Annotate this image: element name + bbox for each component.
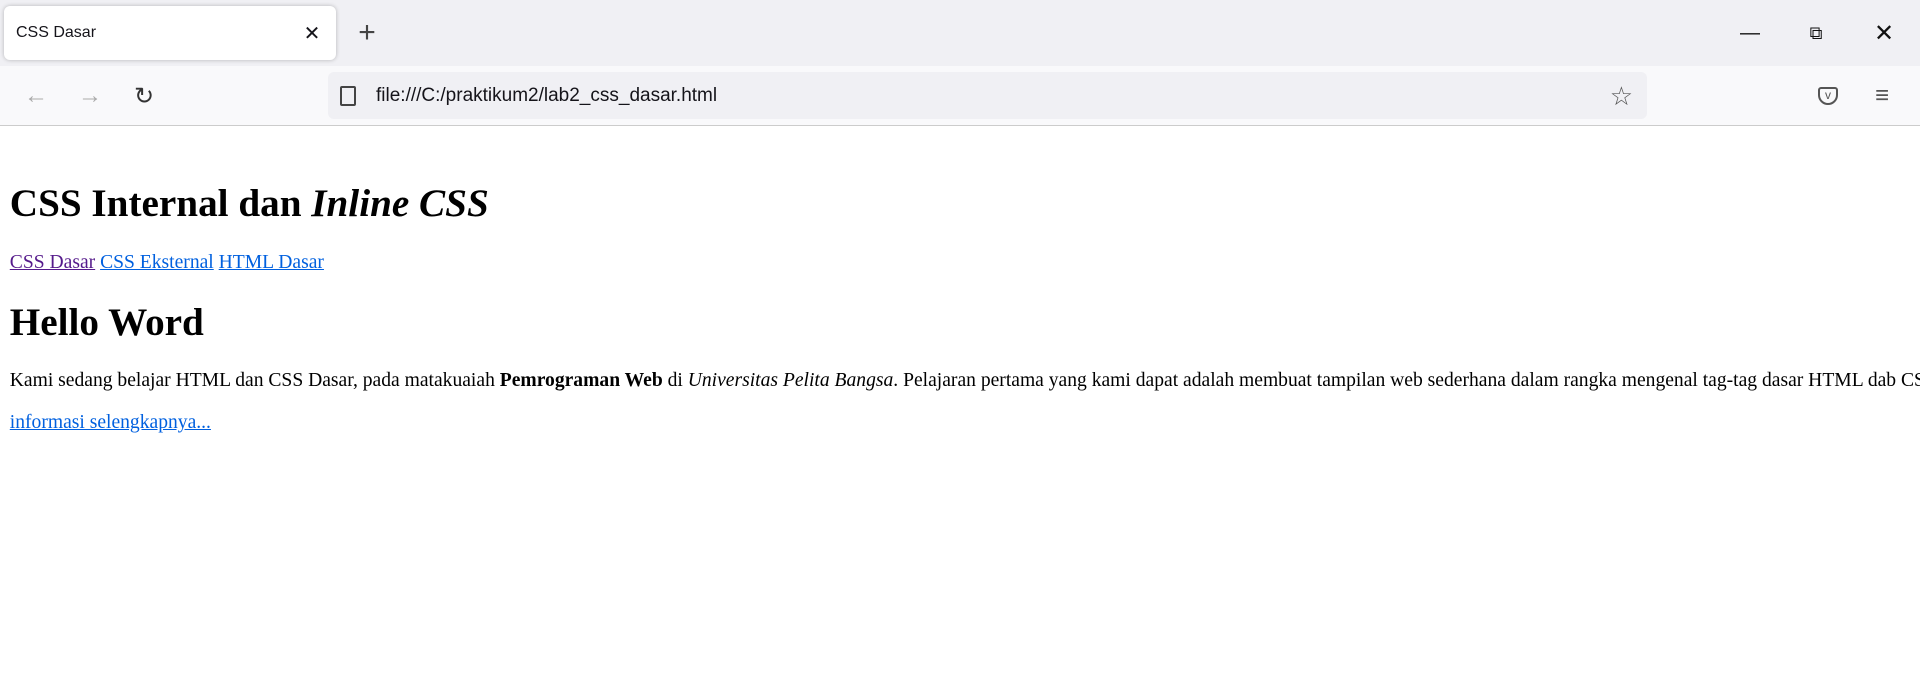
nav-toolbar: ← → ↻ file:///C:/praktikum2/lab2_css_das… [0, 66, 1920, 126]
plus-icon[interactable]: + [352, 14, 382, 52]
back-icon[interactable]: ← [16, 76, 56, 116]
forward-icon[interactable]: → [70, 76, 110, 116]
page-title: CSS Internal dan Inline CSS [9, 182, 489, 226]
intro-paragraph: Kami sedang belajar HTML dan CSS Dasar, … [9, 370, 1920, 392]
star-icon[interactable]: ☆ [1610, 81, 1633, 112]
tab-css-dasar[interactable]: CSS Dasar ✕ [4, 6, 336, 60]
url-text: file:///C:/praktikum2/lab2_css_dasar.htm… [376, 84, 718, 106]
nav-links: CSS Dasar CSS Eksternal HTML Dasar [10, 252, 1920, 274]
link-css-dasar[interactable]: CSS Dasar [10, 252, 95, 273]
url-bar[interactable]: file:///C:/praktikum2/lab2_css_dasar.htm… [328, 72, 1647, 119]
document-icon [340, 85, 356, 106]
section-heading: Hello Word [9, 300, 204, 344]
minimize-icon[interactable]: — [1722, 0, 1778, 66]
page-content: CSS Internal dan Inline CSS CSS Dasar CS… [0, 156, 1920, 455]
close-icon[interactable]: ✕ [300, 21, 324, 46]
link-html-dasar[interactable]: HTML Dasar [219, 252, 324, 273]
menu-icon[interactable]: ≡ [1862, 76, 1902, 116]
tab-title: CSS Dasar [16, 24, 97, 41]
pocket-icon[interactable]: v [1808, 76, 1848, 116]
window-close-icon[interactable]: ✕ [1856, 0, 1912, 66]
tab-bar: CSS Dasar ✕ + — ⧉ ✕ [0, 0, 1920, 66]
reload-icon[interactable]: ↻ [124, 76, 164, 116]
more-info-link[interactable]: informasi selengkapnya... [10, 412, 211, 433]
restore-icon[interactable]: ⧉ [1788, 0, 1844, 66]
link-css-eksternal[interactable]: CSS Eksternal [100, 252, 214, 273]
